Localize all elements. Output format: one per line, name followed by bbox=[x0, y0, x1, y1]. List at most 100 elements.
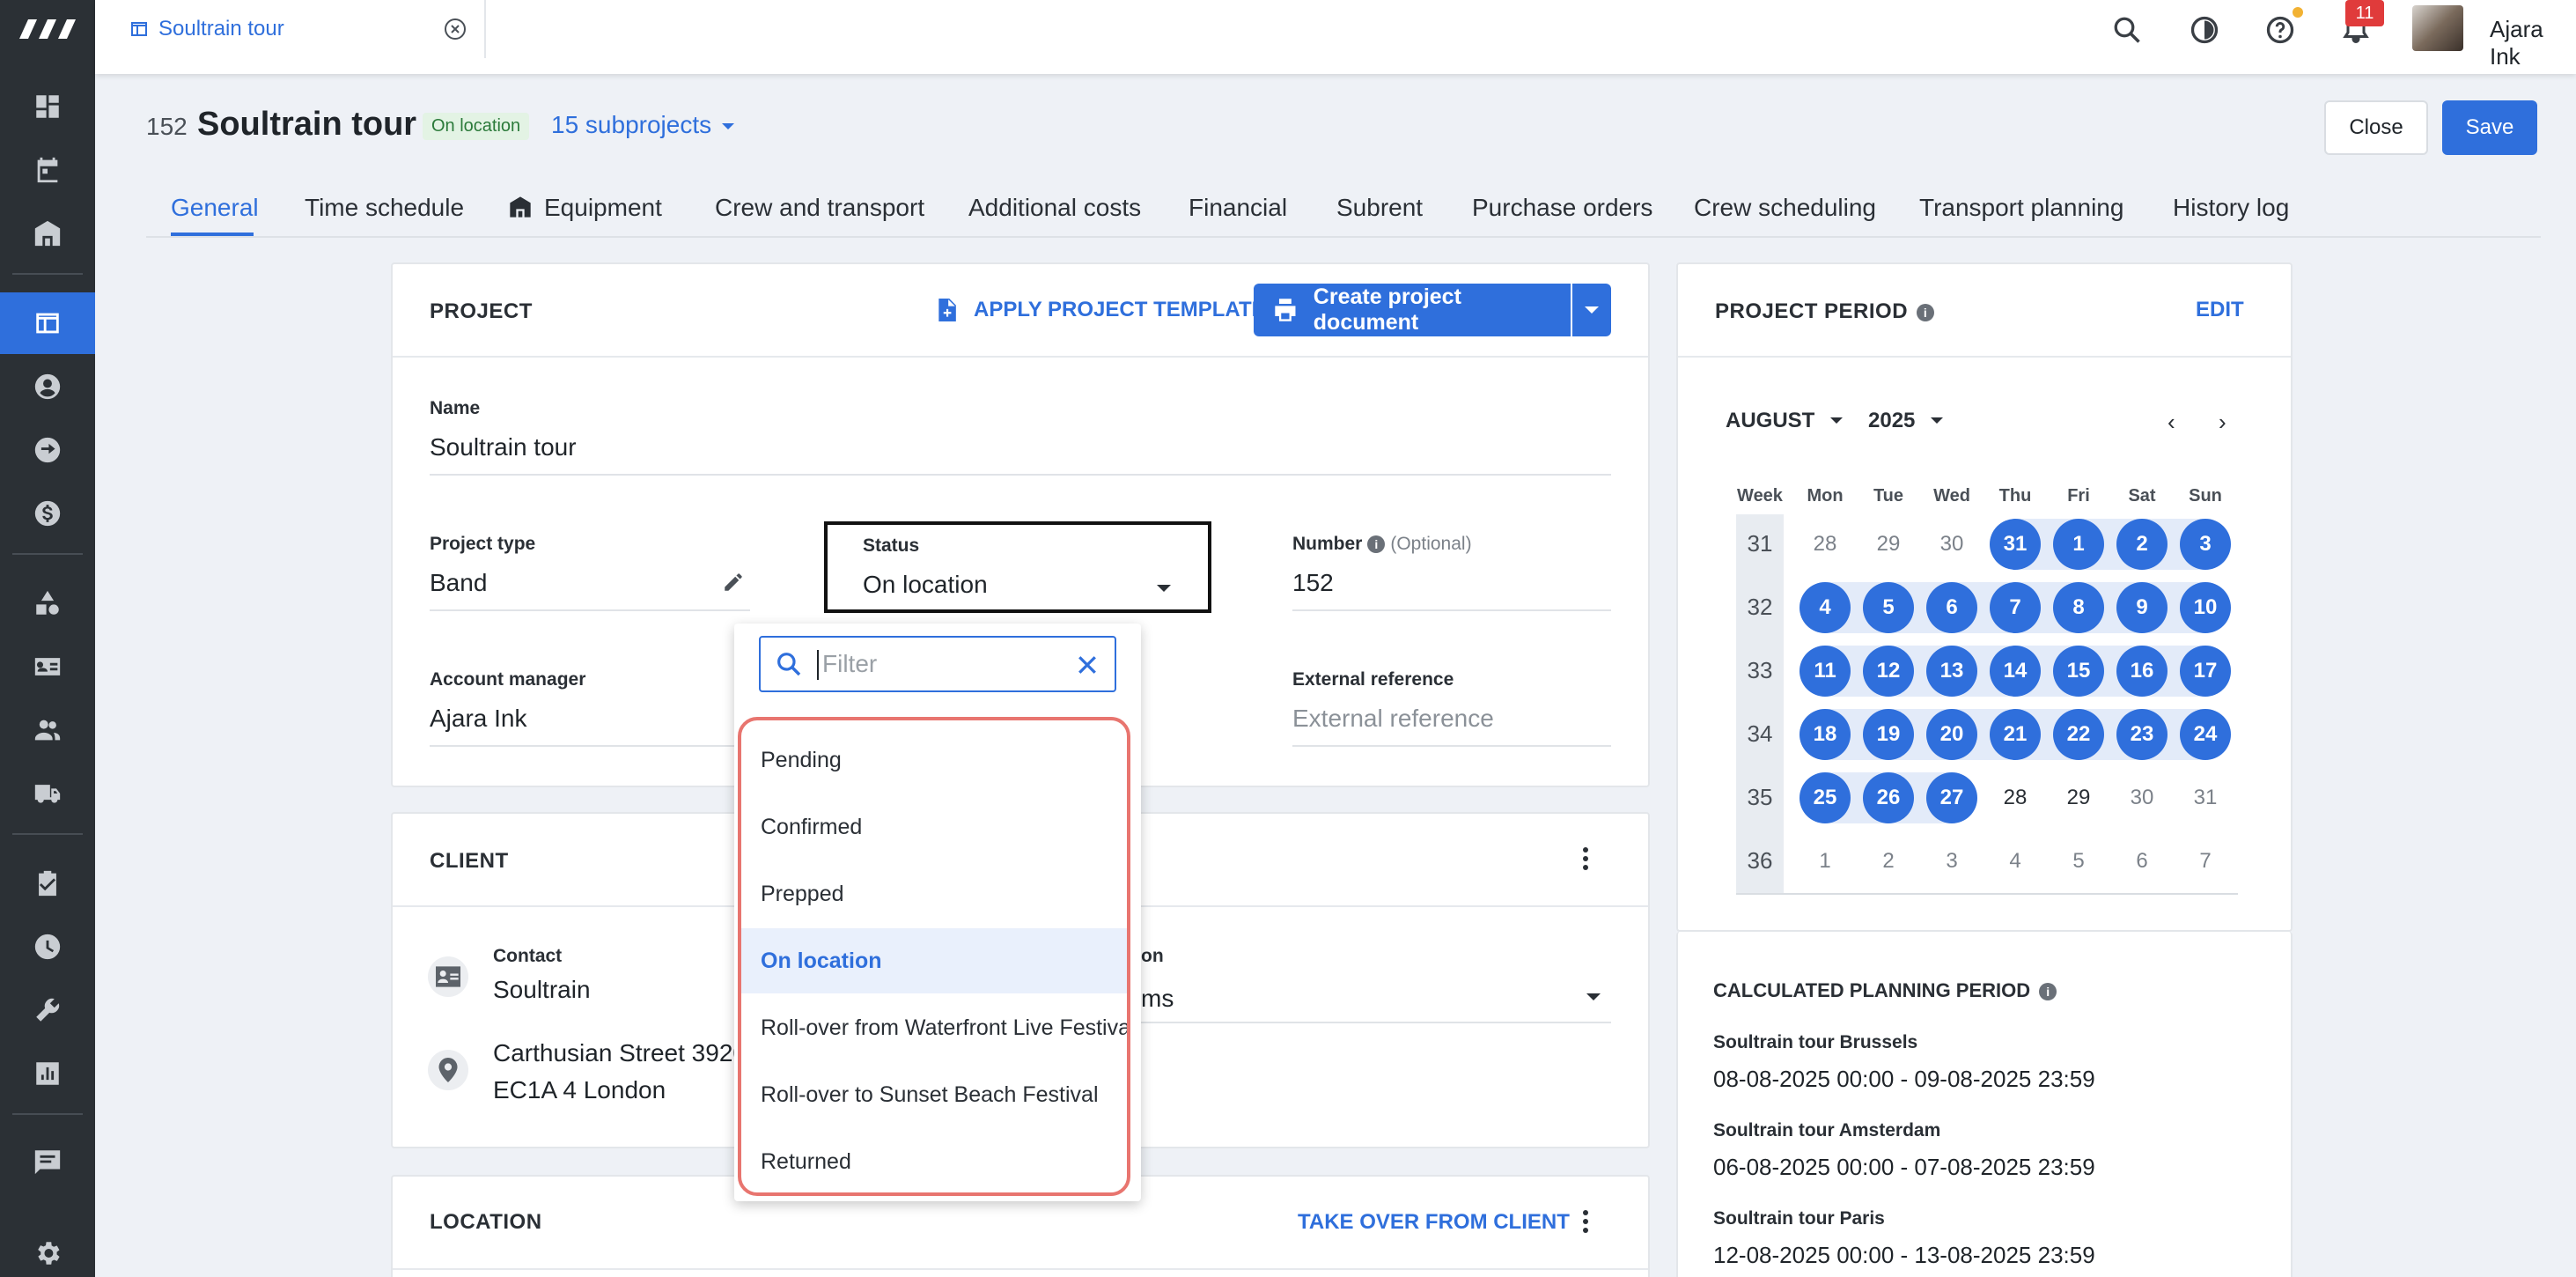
calendar-day-selected[interactable]: 23 bbox=[2116, 709, 2168, 760]
tab-general[interactable]: General bbox=[171, 194, 259, 222]
calendar-day-selected[interactable]: 17 bbox=[2180, 646, 2231, 697]
calendar-day[interactable]: 3 bbox=[1926, 836, 1977, 887]
edit-period-button[interactable]: EDIT bbox=[2196, 298, 2244, 322]
tab-purchase-orders[interactable]: Purchase orders bbox=[1472, 194, 1652, 222]
sidebar-dollar-icon[interactable] bbox=[0, 483, 95, 544]
tab-crew-and-transport[interactable]: Crew and transport bbox=[715, 194, 924, 222]
chevron-down-icon[interactable] bbox=[1586, 993, 1601, 1000]
status-filter-input[interactable]: Filter bbox=[759, 636, 1116, 692]
theme-icon[interactable] bbox=[2187, 12, 2222, 48]
calendar-day-selected[interactable]: 11 bbox=[1800, 646, 1851, 697]
tab-history-log[interactable]: History log bbox=[2173, 194, 2289, 222]
info-icon[interactable]: i bbox=[2039, 983, 2057, 1000]
calendar-day-selected[interactable]: 14 bbox=[1990, 646, 2041, 697]
year-select[interactable]: 2025 bbox=[1868, 409, 1944, 433]
number-field[interactable]: 152 bbox=[1292, 569, 1334, 597]
calendar-day-selected[interactable]: 26 bbox=[1863, 772, 1914, 823]
calendar-day[interactable]: 1 bbox=[1800, 836, 1851, 887]
chevron-left-icon[interactable]: ‹ bbox=[2168, 409, 2175, 436]
calendar-day[interactable]: 6 bbox=[2116, 836, 2168, 887]
create-document-button[interactable]: Create project document bbox=[1254, 284, 1571, 336]
calendar-day-selected[interactable]: 24 bbox=[2180, 709, 2231, 760]
calendar-day-selected[interactable]: 4 bbox=[1800, 582, 1851, 633]
calendar-day[interactable]: 29 bbox=[1863, 519, 1914, 570]
calendar-day-selected[interactable]: 31 bbox=[1990, 519, 2041, 570]
take-over-from-client-button[interactable]: TAKE OVER FROM CLIENT bbox=[1298, 1210, 1570, 1235]
calendar-day-selected[interactable]: 22 bbox=[2053, 709, 2104, 760]
sidebar-truck-icon[interactable] bbox=[0, 763, 95, 824]
client-more-icon[interactable] bbox=[1583, 847, 1590, 872]
external-reference-field[interactable]: External reference bbox=[1292, 705, 1494, 733]
open-tab[interactable]: Soultrain tour bbox=[95, 0, 486, 58]
tab-time-schedule[interactable]: Time schedule bbox=[305, 194, 464, 222]
tab-crew-scheduling[interactable]: Crew scheduling bbox=[1694, 194, 1876, 222]
calendar-day-selected[interactable]: 9 bbox=[2116, 582, 2168, 633]
subprojects-dropdown[interactable]: 15 subprojects bbox=[551, 111, 734, 139]
status-option[interactable]: Pending bbox=[741, 727, 1127, 793]
calendar-day-selected[interactable]: 15 bbox=[2053, 646, 2104, 697]
calendar-day-selected[interactable]: 25 bbox=[1800, 772, 1851, 823]
calendar-day[interactable]: 30 bbox=[2116, 772, 2168, 823]
calendar-day[interactable]: 4 bbox=[1990, 836, 2041, 887]
status-option[interactable]: Roll-over to Sunset Beach Festival bbox=[741, 1062, 1127, 1127]
help-icon[interactable] bbox=[2263, 12, 2298, 48]
calendar-day-selected[interactable]: 6 bbox=[1926, 582, 1977, 633]
sidebar-crew-icon[interactable] bbox=[0, 699, 95, 761]
apply-template-button[interactable]: APPLY PROJECT TEMPLATE bbox=[937, 298, 1266, 322]
calendar-day-selected[interactable]: 1 bbox=[2053, 519, 2104, 570]
account-manager-field[interactable]: Ajara Ink bbox=[430, 705, 527, 733]
calendar-day[interactable]: 7 bbox=[2180, 836, 2231, 887]
calendar-day-selected[interactable]: 10 bbox=[2180, 582, 2231, 633]
calendar-day-selected[interactable]: 20 bbox=[1926, 709, 1977, 760]
calendar-day[interactable]: 5 bbox=[2053, 836, 2104, 887]
calendar-day-selected[interactable]: 3 bbox=[2180, 519, 2231, 570]
calendar-day-selected[interactable]: 13 bbox=[1926, 646, 1977, 697]
sidebar-id-card-icon[interactable] bbox=[0, 636, 95, 698]
save-button[interactable]: Save bbox=[2442, 100, 2537, 155]
chevron-right-icon[interactable]: › bbox=[2219, 409, 2226, 436]
sidebar-projects-icon[interactable] bbox=[0, 292, 95, 354]
avatar[interactable] bbox=[2412, 5, 2463, 51]
status-option[interactable]: Confirmed bbox=[741, 794, 1127, 860]
status-option[interactable]: Prepped bbox=[741, 861, 1127, 926]
info-icon[interactable]: i bbox=[1367, 535, 1386, 553]
calendar-day-selected[interactable]: 21 bbox=[1990, 709, 2041, 760]
sidebar-settings-icon[interactable] bbox=[0, 1222, 95, 1277]
tab-transport-planning[interactable]: Transport planning bbox=[1919, 194, 2123, 222]
sidebar-share-icon[interactable] bbox=[0, 419, 95, 481]
sidebar-report-icon[interactable] bbox=[0, 1043, 95, 1104]
month-select[interactable]: AUGUST bbox=[1726, 409, 1844, 433]
calendar-day-selected[interactable]: 16 bbox=[2116, 646, 2168, 697]
user-name[interactable]: Ajara Ink bbox=[2490, 16, 2576, 70]
sidebar-wrench-icon[interactable] bbox=[0, 979, 95, 1041]
status-option-selected[interactable]: On location bbox=[741, 928, 1127, 993]
calendar-day[interactable]: 31 bbox=[2180, 772, 2231, 823]
sidebar-calendar-icon[interactable] bbox=[0, 139, 95, 201]
tab-equipment[interactable]: Equipment bbox=[507, 194, 662, 222]
tab-additional-costs[interactable]: Additional costs bbox=[968, 194, 1141, 222]
name-field[interactable]: Soultrain tour bbox=[430, 433, 577, 461]
status-option[interactable]: Returned bbox=[741, 1129, 1127, 1192]
calendar-day-selected[interactable]: 27 bbox=[1926, 772, 1977, 823]
status-select[interactable]: Status On location bbox=[824, 521, 1211, 613]
calendar-day[interactable]: 28 bbox=[1990, 772, 2041, 823]
create-document-menu-button[interactable] bbox=[1572, 284, 1611, 336]
app-logo-icon[interactable] bbox=[16, 16, 79, 42]
calendar-day-selected[interactable]: 19 bbox=[1863, 709, 1914, 760]
sidebar-contacts-icon[interactable] bbox=[0, 356, 95, 417]
tab-financial[interactable]: Financial bbox=[1189, 194, 1287, 222]
search-icon[interactable] bbox=[2109, 12, 2145, 48]
sidebar-clipboard-icon[interactable] bbox=[0, 853, 95, 914]
close-tab-icon[interactable] bbox=[444, 18, 467, 41]
tab-subrent[interactable]: Subrent bbox=[1336, 194, 1423, 222]
sidebar-chat-icon[interactable] bbox=[0, 1131, 95, 1192]
calendar-day[interactable]: 29 bbox=[2053, 772, 2104, 823]
project-type-field[interactable]: Band bbox=[430, 569, 487, 597]
calendar-day[interactable]: 30 bbox=[1926, 519, 1977, 570]
location-more-icon[interactable] bbox=[1583, 1210, 1590, 1235]
pencil-icon[interactable] bbox=[722, 571, 745, 594]
clear-icon[interactable] bbox=[1074, 652, 1100, 678]
sidebar-shapes-icon[interactable] bbox=[0, 572, 95, 634]
sidebar-warehouse-icon[interactable] bbox=[0, 203, 95, 264]
calendar-day-selected[interactable]: 12 bbox=[1863, 646, 1914, 697]
